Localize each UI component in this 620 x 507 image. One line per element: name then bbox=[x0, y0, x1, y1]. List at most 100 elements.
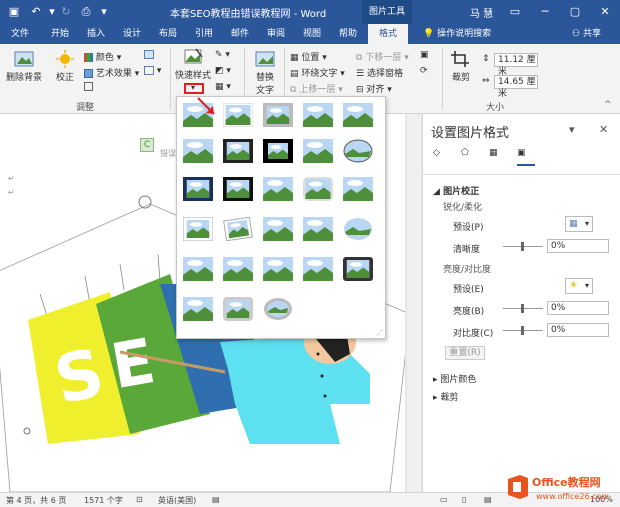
tab-help[interactable]: 帮助 bbox=[330, 24, 366, 44]
sharpness-input[interactable]: 0% bbox=[547, 239, 609, 253]
minimize-button[interactable]: ─ bbox=[530, 0, 560, 24]
style-rounded-diagonal[interactable] bbox=[303, 177, 333, 201]
quick-styles-button[interactable]: 快速样式 bbox=[172, 48, 214, 81]
crop-button[interactable]: 裁剪 bbox=[448, 50, 474, 83]
style-thick-matte-black[interactable] bbox=[263, 139, 293, 163]
picture-border-button[interactable]: ✎ ▾ bbox=[215, 50, 230, 60]
user-name[interactable]: 马 慧 bbox=[470, 5, 493, 20]
style-relaxed-perspective[interactable] bbox=[303, 217, 333, 241]
style-metal-oval[interactable] bbox=[263, 297, 293, 321]
wrap-text-button[interactable]: ▤ 环绕文字 ▾ bbox=[290, 66, 345, 79]
effects-tab-icon[interactable]: ⬠ bbox=[461, 148, 479, 166]
style-thick-black-frame[interactable] bbox=[223, 177, 253, 201]
save-icon[interactable]: ▣ bbox=[6, 4, 22, 20]
brightness-slider[interactable] bbox=[503, 304, 543, 313]
customize-qat-icon[interactable]: ▾ bbox=[96, 4, 112, 20]
style-soft-rounded[interactable] bbox=[263, 177, 293, 201]
ribbon-options-icon[interactable]: ▭ bbox=[500, 0, 530, 24]
style-bevel-perspective[interactable] bbox=[183, 257, 213, 281]
style-drop-shadow[interactable] bbox=[303, 103, 333, 127]
collapse-ribbon-icon[interactable]: ^ bbox=[604, 100, 612, 110]
sharpness-slider[interactable] bbox=[503, 242, 543, 251]
page-count[interactable]: 第 4 页，共 6 页 bbox=[6, 495, 66, 506]
style-reflected-bevel[interactable] bbox=[223, 257, 253, 281]
section-crop[interactable]: ▸ 裁剪 bbox=[433, 390, 458, 403]
quick-styles-dropdown-arrow[interactable]: ▾ bbox=[191, 83, 195, 92]
redo-icon[interactable]: ↻ bbox=[58, 4, 74, 20]
pane-options-icon[interactable]: ▾ bbox=[569, 123, 575, 136]
language[interactable]: 英语(美国) bbox=[158, 495, 196, 506]
share-button[interactable]: ⚇ 共享 bbox=[572, 24, 601, 44]
print-layout-icon[interactable]: ▤ bbox=[484, 495, 492, 504]
tab-file[interactable]: 文件 bbox=[2, 24, 38, 44]
style-oval[interactable] bbox=[343, 139, 373, 163]
reset-picture-button[interactable]: ▾ bbox=[144, 66, 161, 76]
style-bevel-rectangle[interactable] bbox=[343, 257, 373, 281]
color-button[interactable]: 颜色 ▾ bbox=[84, 50, 121, 63]
pane-close-icon[interactable]: ✕ bbox=[599, 123, 608, 136]
position-button[interactable]: ▦ 位置 ▾ bbox=[290, 50, 327, 63]
group-button[interactable]: ▣ bbox=[420, 50, 429, 60]
reset-button[interactable]: 重置(R) bbox=[445, 346, 485, 360]
brightness-preset-dropdown[interactable]: ☀ ▾ bbox=[565, 278, 593, 294]
layout-properties-tab-icon[interactable]: ▦ bbox=[489, 148, 507, 166]
alt-text-button[interactable]: 替换 文字 bbox=[248, 50, 282, 96]
proofing-icon[interactable]: ⊡ bbox=[136, 495, 143, 504]
contrast-input[interactable]: 0% bbox=[547, 323, 609, 337]
style-perspective-left[interactable] bbox=[303, 257, 333, 281]
remove-background-button[interactable]: 删除背景 bbox=[4, 50, 44, 83]
close-button[interactable]: ✕ bbox=[590, 0, 620, 24]
compress-pictures-button[interactable] bbox=[84, 82, 93, 92]
bring-forward-button[interactable]: ⧉ 上移一层 ▾ bbox=[290, 82, 343, 95]
style-reflected-perspective-right[interactable] bbox=[183, 297, 213, 321]
align-button[interactable]: ⊟ 对齐 ▾ bbox=[356, 82, 392, 95]
tell-me-search[interactable]: 💡 操作说明搜索 bbox=[423, 24, 491, 44]
change-picture-button[interactable] bbox=[144, 50, 154, 60]
style-moderate-frame[interactable] bbox=[183, 217, 213, 241]
artistic-effects-button[interactable]: 艺术效果 ▾ bbox=[84, 66, 139, 79]
tab-layout[interactable]: 布局 bbox=[150, 24, 186, 44]
style-rotated-white[interactable] bbox=[223, 217, 253, 241]
style-metal-frame[interactable] bbox=[263, 103, 293, 127]
tab-format[interactable]: 格式 bbox=[368, 24, 408, 44]
sharpness-slider-knob[interactable] bbox=[521, 242, 524, 251]
brightness-slider-knob[interactable] bbox=[521, 304, 524, 313]
brightness-input[interactable]: 0% bbox=[547, 301, 609, 315]
picture-effects-button[interactable]: ◩ ▾ bbox=[215, 66, 231, 76]
style-beveled-matte[interactable] bbox=[223, 103, 253, 127]
corrections-button[interactable]: 校正 bbox=[50, 50, 80, 83]
sharpen-preset-dropdown[interactable]: ▦ ▾ bbox=[565, 216, 593, 232]
style-center-shadow[interactable] bbox=[183, 177, 213, 201]
section-picture-correction[interactable]: ◢ 图片校正 bbox=[433, 184, 479, 197]
selection-pane-button[interactable]: ☰ 选择窗格 bbox=[356, 66, 403, 79]
style-snip-diagonal[interactable] bbox=[343, 177, 373, 201]
alt-text-hint-icon[interactable]: C bbox=[140, 138, 154, 152]
word-count[interactable]: 1571 个字 bbox=[84, 495, 123, 506]
tab-review[interactable]: 审阅 bbox=[258, 24, 294, 44]
picture-layout-button[interactable]: ▦ ▾ bbox=[215, 82, 231, 92]
contrast-slider-knob[interactable] bbox=[521, 326, 524, 335]
tab-mailings[interactable]: 邮件 bbox=[222, 24, 258, 44]
style-metal-rounded[interactable] bbox=[263, 257, 293, 281]
print-preview-icon[interactable]: ⎙ bbox=[78, 4, 94, 20]
style-simple-frame-black[interactable] bbox=[303, 139, 333, 163]
fill-line-tab-icon[interactable]: ◇ bbox=[433, 148, 451, 166]
undo-icon[interactable]: ↶ bbox=[28, 4, 44, 20]
style-metal-frame-rounded[interactable] bbox=[223, 297, 253, 321]
picture-tab-icon[interactable]: ▣ bbox=[517, 148, 535, 166]
height-input[interactable]: 11.12 厘米 bbox=[494, 53, 538, 77]
gallery-resize-grip[interactable]: ⋰ bbox=[376, 329, 383, 337]
section-picture-color[interactable]: ▸ 图片颜色 bbox=[433, 372, 476, 385]
focus-icon[interactable]: ▭ bbox=[440, 495, 448, 504]
tab-view[interactable]: 视图 bbox=[294, 24, 330, 44]
rotate-button[interactable]: ⟳ bbox=[420, 66, 428, 76]
style-perspective-shadow[interactable] bbox=[263, 217, 293, 241]
read-mode-icon[interactable]: ▯ bbox=[462, 495, 466, 504]
vertical-scrollbar[interactable] bbox=[407, 114, 421, 492]
tab-home[interactable]: 开始 bbox=[42, 24, 78, 44]
macro-icon[interactable]: ▤ bbox=[212, 495, 220, 504]
style-reflected[interactable] bbox=[343, 103, 373, 127]
tab-design[interactable]: 设计 bbox=[114, 24, 150, 44]
tab-references[interactable]: 引用 bbox=[186, 24, 222, 44]
style-double-frame-black[interactable] bbox=[223, 139, 253, 163]
